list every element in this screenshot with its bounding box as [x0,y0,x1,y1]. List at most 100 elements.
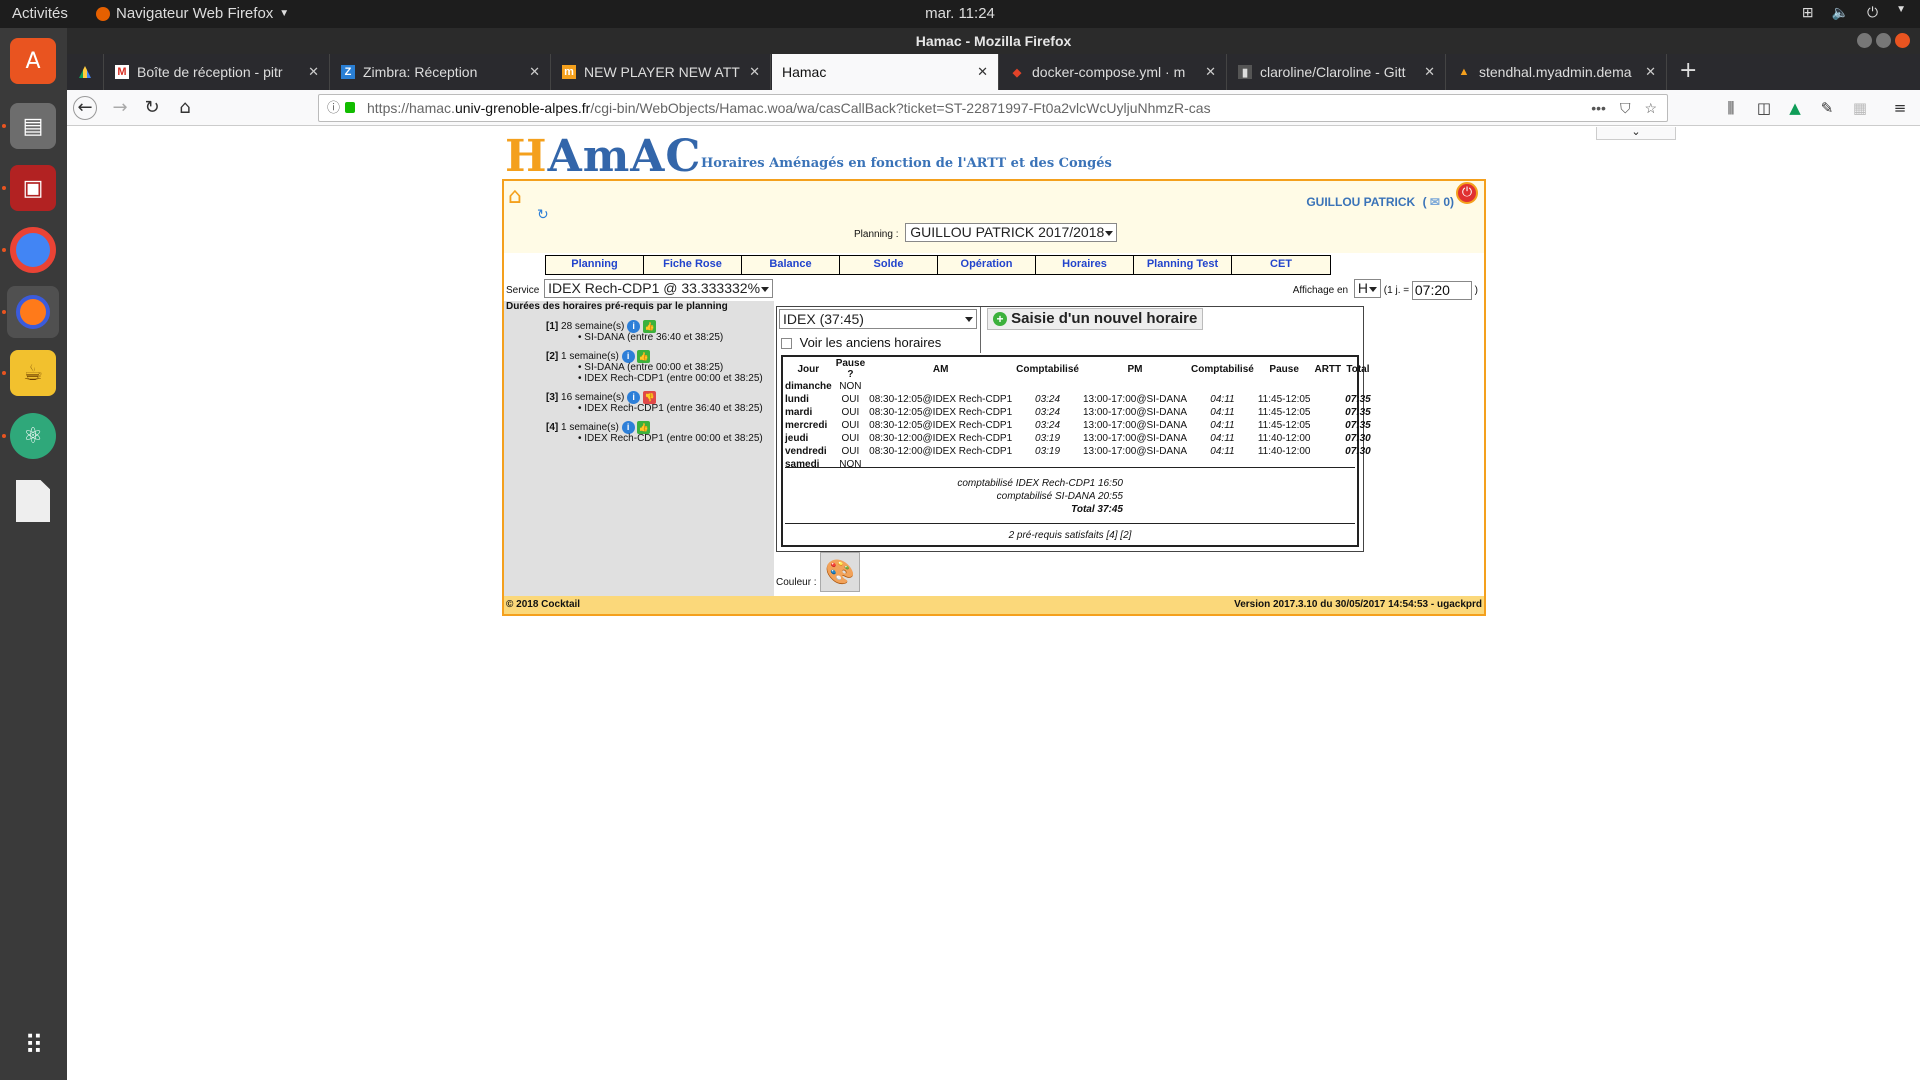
close-tab-icon[interactable]: ✕ [977,64,988,80]
tab-gmail[interactable]: M Boîte de réception - pitr ✕ [105,54,330,90]
pocket-icon[interactable]: ⛉ [1620,95,1631,121]
volume-icon: 🔈 [1831,4,1850,20]
menu-balance[interactable]: Balance [742,256,840,274]
drive-icon [79,66,91,78]
text-editor-icon[interactable] [10,478,56,524]
table-cell: 03:19 [1035,433,1061,444]
power-icon: ⏻ [1867,4,1879,20]
chevron-down-icon: ▼ [1896,4,1906,15]
files-icon[interactable]: ▤ [10,103,56,149]
table-cell [1014,458,1081,471]
table-cell [1081,380,1189,393]
page-actions-icon[interactable]: ••• [1591,95,1606,121]
close-tab-icon[interactable]: ✕ [749,64,760,80]
refresh-icon[interactable]: ↻ [537,207,549,223]
app-menu[interactable]: Navigateur Web Firefox ▼ [96,5,289,22]
prereq-panel: Durées des horaires pré-requis par le pl… [504,301,774,596]
color-palette-icon[interactable]: 🎨 [820,552,860,592]
clock[interactable]: mar. 11:24 [925,5,995,22]
table-cell [1256,380,1313,393]
main-menu: Planning Fiche Rose Balance Solde Opérat… [545,255,1331,275]
bookmark-star-icon[interactable]: ☆ [1644,95,1657,121]
menu-planning-test[interactable]: Planning Test [1134,256,1232,274]
table-cell: dimanche [785,381,832,392]
table-cell: 04:11 [1210,446,1235,457]
drive-extension-icon[interactable]: ▲ [1785,98,1805,118]
sidebar-icon[interactable]: ◫ [1754,98,1774,118]
table-cell: 07:30 [1345,446,1371,457]
old-horaires-checkbox[interactable] [781,338,792,350]
menu-operation[interactable]: Opération [938,256,1036,274]
software-center-icon[interactable]: A [10,38,56,84]
user-name[interactable]: GUILLOU PATRICK [1306,195,1415,209]
chrome-icon[interactable] [10,227,56,273]
horaire-select[interactable]: IDEX (37:45) [779,309,977,329]
table-cell [1014,380,1081,393]
menu-solde[interactable]: Solde [840,256,938,274]
tab-bar: M Boîte de réception - pitr ✕ Z Zimbra: R… [67,54,1920,90]
planning-select[interactable]: GUILLOU PATRICK 2017/2018 [905,223,1118,242]
close-tab-icon[interactable]: ✕ [1645,64,1656,80]
logout-icon[interactable]: ⏻ [1456,182,1478,204]
footer-version: Version 2017.3.10 du 30/05/2017 14:54:53… [1234,599,1482,610]
maximize-icon[interactable] [1876,33,1891,48]
plus-icon: + [993,312,1007,327]
divider [980,307,981,353]
close-tab-icon[interactable]: ✕ [529,64,540,80]
close-tab-icon[interactable]: ✕ [308,64,319,80]
extension-icon[interactable]: ✎ [1817,98,1837,118]
dropdown-toggle[interactable]: ⌄ [1596,126,1676,140]
table-cell: mercredi [785,420,828,431]
service-select[interactable]: IDEX Rech-CDP1 @ 33.333332% [544,279,774,298]
tab-zimbra[interactable]: Z Zimbra: Réception ✕ [331,54,551,90]
tab-claroline[interactable]: ▮ claroline/Claroline - Gitt ✕ [1228,54,1446,90]
show-apps-icon[interactable]: ⠿ [10,1023,56,1069]
old-horaires-row: Voir les anciens horaires [781,335,941,350]
new-tab-button[interactable]: + [1679,58,1697,83]
day-duration-input[interactable]: 07:20 [1411,280,1472,300]
teapot-icon[interactable]: ☕ [10,350,56,396]
menu-planning[interactable]: Planning [546,256,644,274]
terminal-icon[interactable]: ▣ [10,165,56,211]
atom-icon[interactable]: ⚛ [10,413,56,459]
firefox-launcher-icon[interactable] [7,286,59,338]
prereq-item: [2] 1 semaine(s) i 👍 • SI-DANA (entre 00… [546,350,763,384]
forward-button[interactable]: → [108,96,132,120]
tab-stendhal[interactable]: ▲ stendhal.myadmin.dema ✕ [1447,54,1667,90]
back-button[interactable]: ← [73,96,97,120]
table-cell: 08:30-12:00@IDEX Rech-CDP1 [869,446,1013,457]
close-tab-icon[interactable]: ✕ [1205,64,1216,80]
tab-new-player[interactable]: m NEW PLAYER NEW ATTIT ✕ [552,54,771,90]
close-window-icon[interactable] [1895,33,1910,48]
activities-button[interactable]: Activités [12,5,68,22]
close-tab-icon[interactable]: ✕ [1424,64,1435,80]
system-tray[interactable]: ⊞ 🔈 ⏻ ▼ [1802,4,1906,21]
table-cell [1256,458,1313,471]
menu-horaires[interactable]: Horaires [1036,256,1134,274]
menu-cet[interactable]: CET [1232,256,1330,274]
list-item: • IDEX Rech-CDP1 (entre 00:00 et 38:25) [578,373,763,384]
tab-docker-compose[interactable]: ◆ docker-compose.yml · m ✕ [1000,54,1227,90]
library-icon[interactable]: ⫼ [1721,98,1741,118]
table-cell [1312,445,1343,458]
tab-hamac[interactable]: Hamac ✕ [772,54,999,90]
hamburger-menu-icon[interactable]: ≡ [1890,98,1910,118]
home-icon[interactable]: ⌂ [508,184,522,209]
divider [785,523,1355,524]
menu-fiche-rose[interactable]: Fiche Rose [644,256,742,274]
affichage-select[interactable]: H [1353,279,1382,298]
new-horaire-button[interactable]: + Saisie d'un nouvel horaire [987,308,1204,330]
url-bar[interactable]: ⓘ https://hamac.univ-grenoble-alpes.fr/c… [318,94,1668,122]
list-item: • SI-DANA (entre 36:40 et 38:25) [578,332,724,343]
info-icon[interactable]: ⓘ [327,95,340,121]
home-button[interactable]: ⌂ [173,96,197,120]
table-cell: 03:19 [1035,446,1061,457]
table-cell: 07:30 [1345,433,1371,444]
pinned-tab[interactable] [67,54,104,90]
reload-button[interactable]: ↻ [140,96,164,120]
extension-disabled-icon[interactable]: ▦ [1850,98,1870,118]
minimize-icon[interactable] [1857,33,1872,48]
table-cell: OUI [841,420,860,431]
mail-icon[interactable]: ✉ [1430,195,1440,209]
table-cell [1189,458,1256,471]
